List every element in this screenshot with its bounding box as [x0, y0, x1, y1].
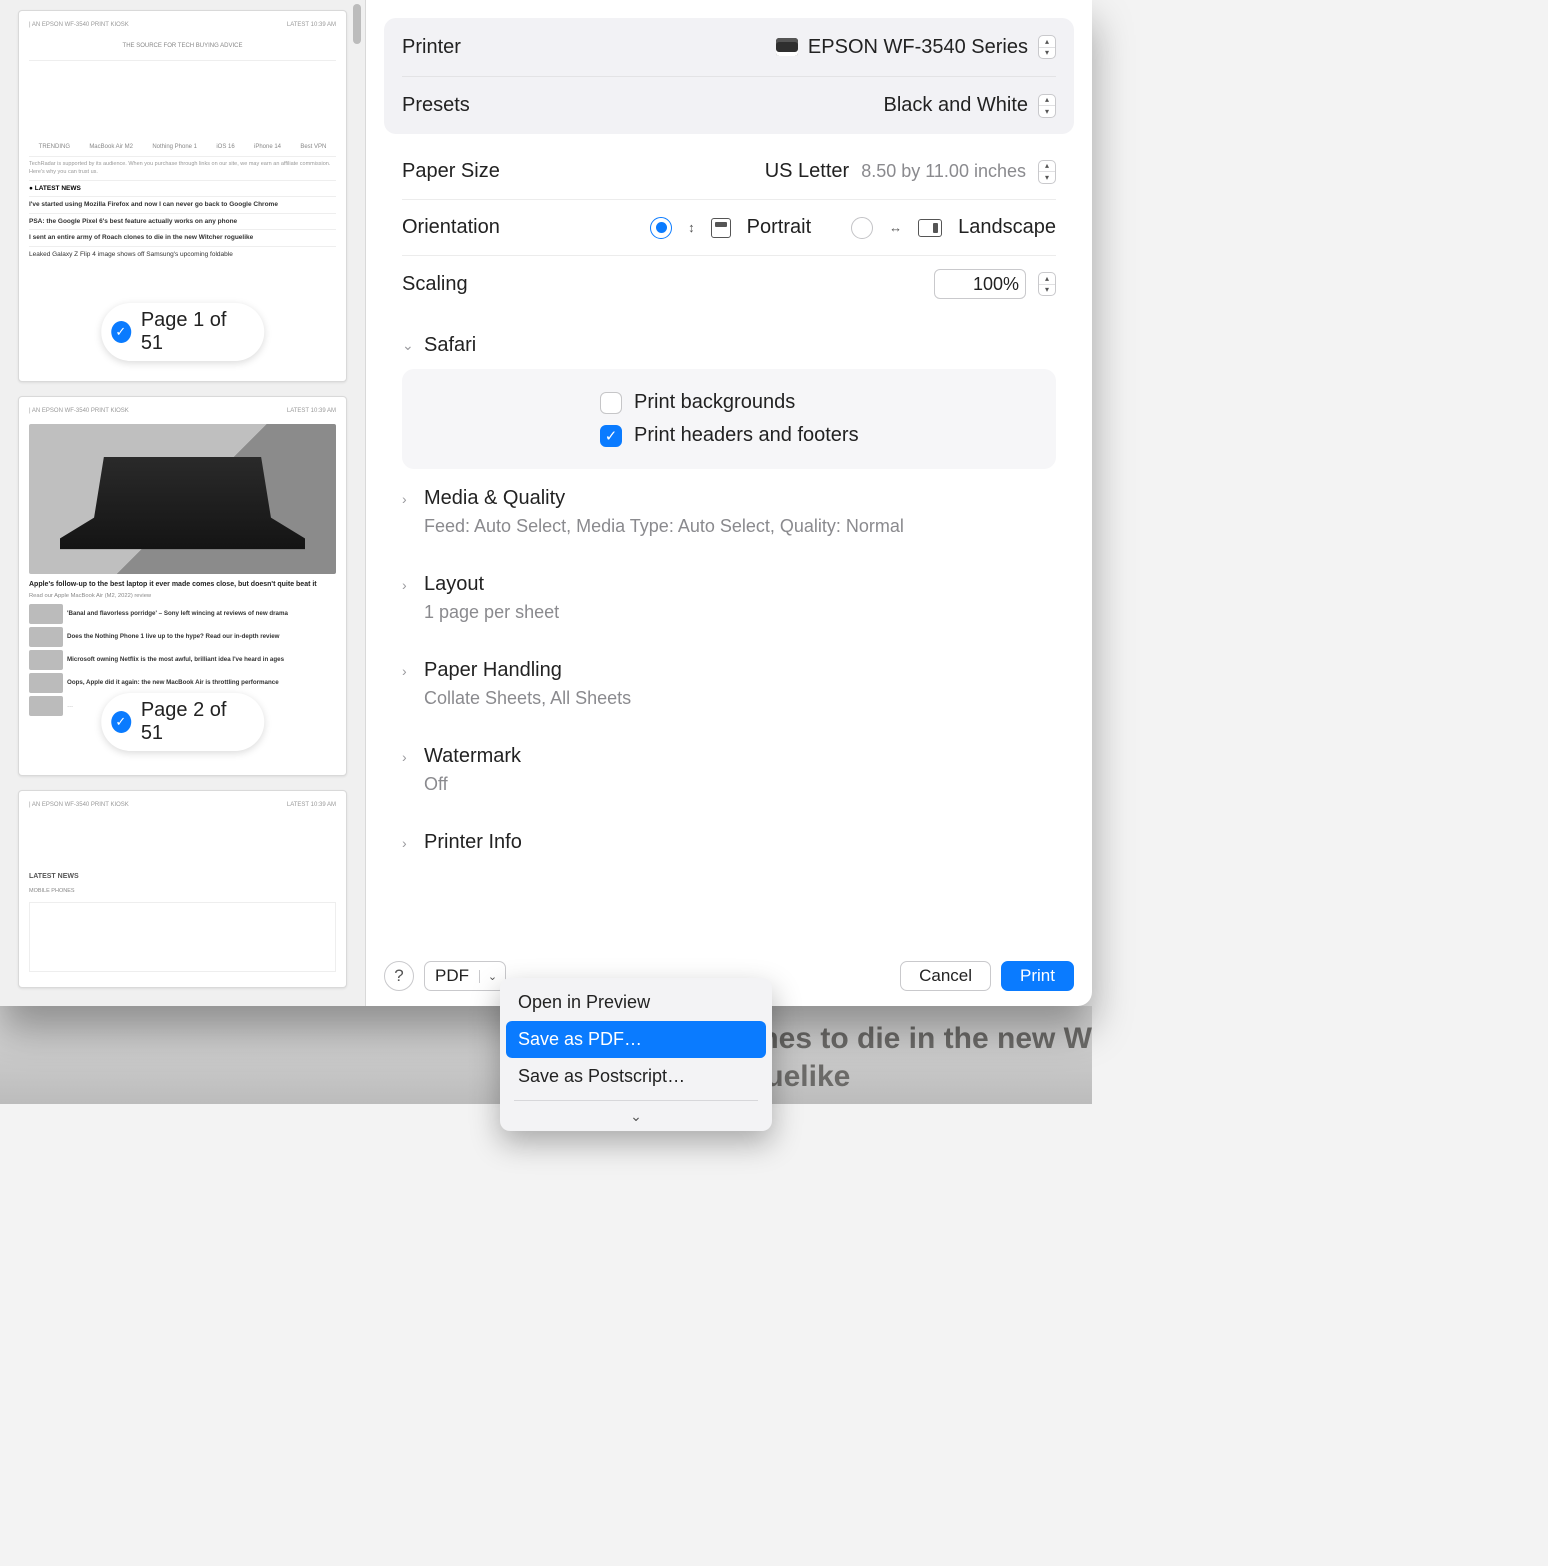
section-layout[interactable]: ›Layout 1 page per sheet — [402, 555, 1056, 641]
scaling-input[interactable]: 100% — [934, 269, 1026, 299]
landscape-label: Landscape — [958, 216, 1056, 239]
presets-row[interactable]: Presets Black and White ▴▾ — [402, 76, 1056, 134]
portrait-page-icon — [711, 218, 731, 238]
safari-options-box: Print backgrounds ✓ Print headers and fo… — [402, 369, 1056, 469]
page-badge-2: ✓ Page 2 of 51 — [101, 693, 265, 751]
print-dialog: | AN EPSON WF-3540 PRINT KIOSKLATEST 10:… — [0, 0, 1092, 1006]
menu-more-chevron-icon[interactable]: ⌄ — [506, 1106, 766, 1125]
section-watermark[interactable]: ›Watermark Off — [402, 727, 1056, 813]
cancel-button[interactable]: Cancel — [900, 961, 991, 991]
scaling-stepper[interactable]: ▴▾ — [1038, 272, 1056, 296]
print-button[interactable]: Print — [1001, 961, 1074, 991]
checkmark-icon: ✓ — [111, 321, 131, 343]
checkbox-print-backgrounds-row[interactable]: Print backgrounds — [424, 391, 1034, 414]
portrait-label: Portrait — [747, 216, 811, 239]
orientation-row: Orientation ↕ Portrait ↔ Landscape — [402, 200, 1056, 256]
landscape-icon: ↔ — [889, 220, 902, 235]
menu-save-as-postscript[interactable]: Save as Postscript… — [506, 1058, 766, 1095]
print-options-panel: Printer EPSON WF-3540 Series ▴▾ Presets … — [366, 0, 1092, 1006]
thumbnail-page-1[interactable]: | AN EPSON WF-3540 PRINT KIOSKLATEST 10:… — [18, 10, 347, 382]
chevron-right-icon: › — [402, 749, 416, 765]
section-printer-info[interactable]: ›Printer Info — [402, 813, 1056, 872]
chevron-right-icon: › — [402, 835, 416, 851]
dropdown-stepper-icon[interactable]: ▴▾ — [1038, 94, 1056, 118]
checkbox-checked-icon[interactable]: ✓ — [600, 425, 622, 447]
chevron-right-icon: › — [402, 491, 416, 507]
dropdown-stepper-icon[interactable]: ▴▾ — [1038, 160, 1056, 184]
chevron-down-icon: ⌄ — [402, 337, 416, 354]
pdf-dropdown-button[interactable]: PDF ⌄ — [424, 961, 506, 991]
landscape-page-icon — [918, 219, 942, 237]
section-paper-handling[interactable]: ›Paper Handling Collate Sheets, All Shee… — [402, 641, 1056, 727]
checkmark-icon: ✓ — [111, 711, 131, 733]
thumbnail-page-3[interactable]: | AN EPSON WF-3540 PRINT KIOSKLATEST 10:… — [18, 790, 347, 988]
radio-landscape[interactable] — [851, 217, 873, 239]
help-button[interactable]: ? — [384, 961, 414, 991]
chevron-down-icon[interactable]: ⌄ — [479, 970, 505, 983]
menu-save-as-pdf[interactable]: Save as PDF… — [506, 1021, 766, 1058]
printer-icon — [776, 38, 798, 56]
portrait-icon: ↕ — [688, 220, 695, 235]
printer-presets-card: Printer EPSON WF-3540 Series ▴▾ Presets … — [384, 18, 1074, 134]
printer-row[interactable]: Printer EPSON WF-3540 Series ▴▾ — [402, 18, 1056, 76]
chevron-right-icon: › — [402, 663, 416, 679]
section-media-quality[interactable]: ›Media & Quality Feed: Auto Select, Medi… — [402, 469, 1056, 555]
menu-open-in-preview[interactable]: Open in Preview — [506, 984, 766, 1021]
page-thumbnails-sidebar[interactable]: | AN EPSON WF-3540 PRINT KIOSKLATEST 10:… — [0, 0, 366, 1006]
thumbnail-hero-image — [29, 424, 336, 574]
thumbnail-page-2[interactable]: | AN EPSON WF-3540 PRINT KIOSKLATEST 10:… — [18, 396, 347, 776]
bg-article-headline: clones to die in the new W roguelike — [717, 1020, 1092, 1095]
scaling-row: Scaling 100% ▴▾ — [402, 256, 1056, 312]
paper-size-row[interactable]: Paper Size US Letter 8.50 by 11.00 inche… — [402, 144, 1056, 200]
radio-portrait[interactable] — [650, 217, 672, 239]
pdf-dropdown-menu[interactable]: Open in Preview Save as PDF… Save as Pos… — [500, 978, 772, 1131]
dropdown-stepper-icon[interactable]: ▴▾ — [1038, 35, 1056, 59]
checkbox-print-headers-row[interactable]: ✓ Print headers and footers — [424, 424, 1034, 447]
checkbox-unchecked-icon[interactable] — [600, 392, 622, 414]
section-safari-header[interactable]: ⌄ Safari — [402, 312, 1056, 369]
page-badge-1: ✓ Page 1 of 51 — [101, 303, 265, 361]
chevron-right-icon: › — [402, 577, 416, 593]
